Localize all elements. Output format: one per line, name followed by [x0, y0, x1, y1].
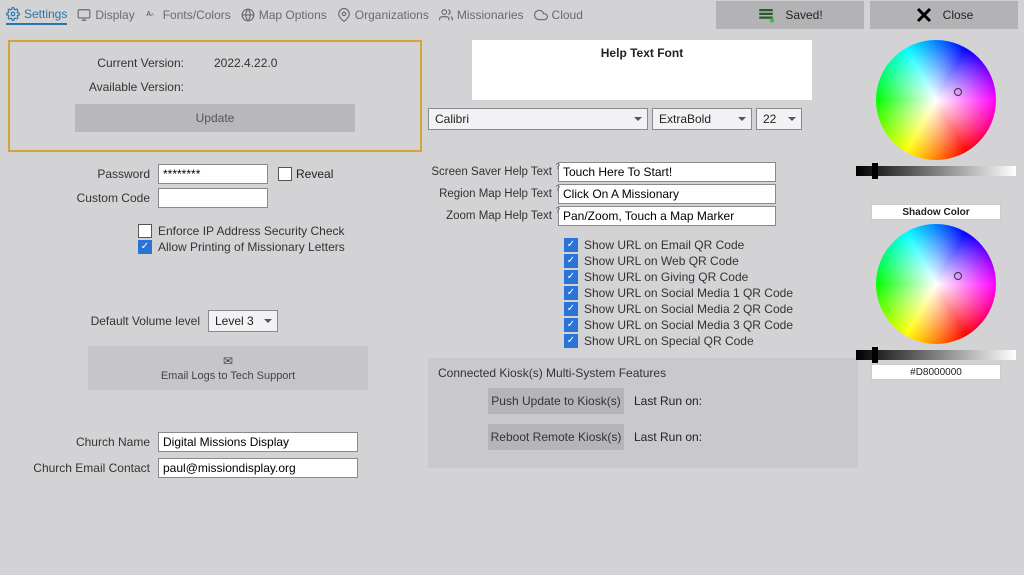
tab-display[interactable]: Display: [77, 6, 134, 24]
tab-cloud[interactable]: Cloud: [534, 6, 583, 24]
color-wheel-icon[interactable]: [876, 40, 996, 160]
volume-select[interactable]: Level 3: [208, 310, 278, 332]
tab-label: Organizations: [355, 8, 429, 22]
color-wheel-icon[interactable]: [876, 224, 996, 344]
current-version-value: 2022.4.22.0: [214, 56, 277, 70]
allow-printing-label: Allow Printing of Missionary Letters: [158, 240, 345, 254]
enforce-ip-checkbox[interactable]: [138, 224, 152, 238]
custom-code-input[interactable]: [158, 188, 268, 208]
envelope-icon: ✉: [223, 354, 233, 368]
shadow-color-title: Shadow Color: [871, 204, 1001, 220]
saved-label: Saved!: [785, 8, 822, 22]
pin-icon: [337, 8, 351, 22]
font-weight-select[interactable]: ExtraBold: [652, 108, 752, 130]
kiosk-title: Connected Kiosk(s) Multi-System Features: [438, 366, 848, 380]
globe-icon: [241, 8, 255, 22]
available-version-label: Available Version:: [34, 80, 214, 94]
custom-code-label: Custom Code: [8, 191, 158, 205]
brightness-slider[interactable]: [856, 166, 1016, 176]
cloud-icon: [534, 8, 548, 22]
font-family-select[interactable]: Calibri: [428, 108, 648, 130]
qr-special-checkbox[interactable]: [564, 334, 578, 348]
qr-giving-checkbox[interactable]: [564, 270, 578, 284]
brightness-slider[interactable]: [856, 350, 1016, 360]
users-icon: [439, 8, 453, 22]
qr-web-checkbox[interactable]: [564, 254, 578, 268]
church-name-input[interactable]: [158, 432, 358, 452]
volume-label: Default Volume level: [8, 314, 208, 328]
shadow-color-picker[interactable]: Shadow Color #D8000000: [856, 200, 1016, 380]
region-help-label: Region Map Help Text?: [428, 188, 558, 200]
tab-label: Settings: [24, 7, 67, 21]
tab-label: Fonts/Colors: [163, 8, 231, 22]
tab-label: Missionaries: [457, 8, 524, 22]
push-update-button[interactable]: Push Update to Kiosk(s): [488, 388, 624, 414]
reveal-checkbox[interactable]: [278, 167, 292, 181]
font-size-select[interactable]: 22: [756, 108, 802, 130]
qr-sm1-checkbox[interactable]: [564, 286, 578, 300]
screen-saver-help-input[interactable]: [558, 162, 776, 182]
screen-saver-help-label: Screen Saver Help Text?: [428, 166, 558, 178]
qr-sm2-checkbox[interactable]: [564, 302, 578, 316]
svg-text:A: A: [151, 12, 155, 17]
tab-orgs[interactable]: Organizations: [337, 6, 429, 24]
reveal-label: Reveal: [296, 167, 333, 181]
enforce-ip-label: Enforce IP Address Security Check: [158, 224, 345, 238]
close-label: Close: [943, 8, 974, 22]
tab-fonts[interactable]: AA Fonts/Colors: [145, 6, 231, 24]
reboot-kiosk-button[interactable]: Reboot Remote Kiosk(s): [488, 424, 624, 450]
monitor-icon: [77, 8, 91, 22]
tab-map[interactable]: Map Options: [241, 6, 327, 24]
qr-sm3-checkbox[interactable]: [564, 318, 578, 332]
password-input[interactable]: [158, 164, 268, 184]
close-icon: [915, 6, 933, 24]
tab-missionaries[interactable]: Missionaries: [439, 6, 524, 24]
gear-icon: [6, 7, 20, 21]
push-last-run: Last Run on:: [634, 394, 702, 408]
shadow-color-value: #D8000000: [871, 364, 1001, 380]
tab-label: Cloud: [552, 8, 583, 22]
save-icon: [757, 6, 775, 24]
update-button[interactable]: Update: [75, 104, 355, 132]
current-version-label: Current Version:: [34, 56, 214, 70]
church-name-label: Church Name: [8, 435, 158, 449]
email-logs-button[interactable]: ✉ Email Logs to Tech Support: [88, 346, 368, 390]
primary-color-picker[interactable]: [856, 40, 1016, 176]
font-icon: AA: [145, 8, 159, 22]
version-panel: Current Version: 2022.4.22.0 Available V…: [8, 40, 422, 152]
reboot-last-run: Last Run on:: [634, 430, 702, 444]
tab-label: Map Options: [259, 8, 327, 22]
church-email-input[interactable]: [158, 458, 358, 478]
password-label: Password: [8, 167, 158, 181]
zoom-help-label: Zoom Map Help Text?: [428, 210, 558, 222]
saved-button[interactable]: Saved!: [716, 1, 864, 29]
kiosk-panel: Connected Kiosk(s) Multi-System Features…: [428, 358, 858, 468]
zoom-help-input[interactable]: [558, 206, 776, 226]
qr-email-checkbox[interactable]: [564, 238, 578, 252]
tab-label: Display: [95, 8, 134, 22]
close-button[interactable]: Close: [870, 1, 1018, 29]
tab-settings[interactable]: Settings: [6, 5, 67, 25]
church-email-label: Church Email Contact: [8, 461, 158, 475]
region-help-input[interactable]: [558, 184, 776, 204]
allow-printing-checkbox[interactable]: [138, 240, 152, 254]
help-text-font-title: Help Text Font: [472, 40, 812, 100]
